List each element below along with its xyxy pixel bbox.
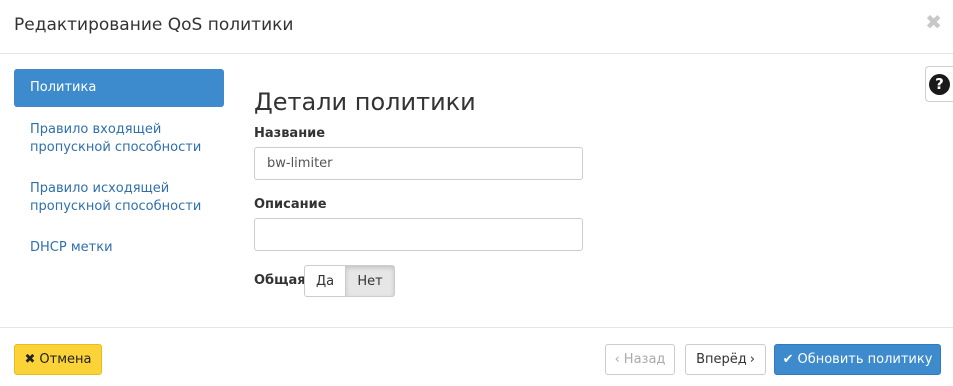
nav-item-label: пропускной способности — [30, 199, 202, 214]
chevron-left-icon: ‹ — [614, 352, 620, 367]
back-label: Назад — [623, 352, 666, 367]
shared-label: Общая — [254, 273, 306, 288]
workflow-nav: Политика Правило входящей пропускной спо… — [14, 69, 224, 255]
question-icon: ? — [929, 73, 950, 95]
nav-item-label: пропускной способности — [30, 140, 202, 155]
submit-label: Обновить политику — [797, 352, 933, 367]
shared-yes-button[interactable]: Да — [304, 265, 346, 297]
chevron-right-icon: › — [749, 352, 755, 367]
shared-toggle: Да Нет — [304, 265, 395, 297]
next-button[interactable]: Вперёд › — [685, 344, 766, 375]
description-label: Описание — [254, 197, 327, 212]
name-input[interactable] — [254, 147, 583, 180]
modal-header: Редактирование QoS политики ✖ — [0, 0, 953, 54]
next-label: Вперёд — [696, 352, 747, 367]
back-button[interactable]: ‹ Назад — [605, 344, 675, 375]
help-button[interactable]: ? — [925, 66, 953, 102]
description-input[interactable] — [254, 218, 583, 251]
dialog-title: Редактирование QoS политики — [14, 15, 294, 35]
name-label: Название — [254, 126, 326, 141]
nav-item-label: Правило исходящей — [30, 181, 170, 196]
nav-item-policy[interactable]: Политика — [14, 69, 224, 107]
cancel-button[interactable]: ✖ Отмена — [14, 344, 102, 375]
nav-item-egress-rule[interactable]: Правило исходящей пропускной способности — [14, 180, 224, 216]
modal-footer: ✖ Отмена ‹ Назад Вперёд › ✔ Обновить пол… — [0, 327, 953, 386]
shared-no-button[interactable]: Нет — [346, 265, 395, 297]
nav-item-dhcp-tags[interactable]: DHCP метки — [14, 239, 224, 257]
section-title: Детали политики — [254, 88, 476, 116]
nav-item-label: Правило входящей — [30, 122, 162, 137]
cancel-label: Отмена — [39, 352, 92, 367]
nav-item-ingress-rule[interactable]: Правило входящей пропускной способности — [14, 121, 224, 157]
submit-button[interactable]: ✔ Обновить политику — [774, 344, 941, 375]
check-icon: ✔ — [782, 352, 794, 367]
close-icon[interactable]: ✖ — [925, 12, 942, 32]
times-icon: ✖ — [24, 352, 36, 367]
